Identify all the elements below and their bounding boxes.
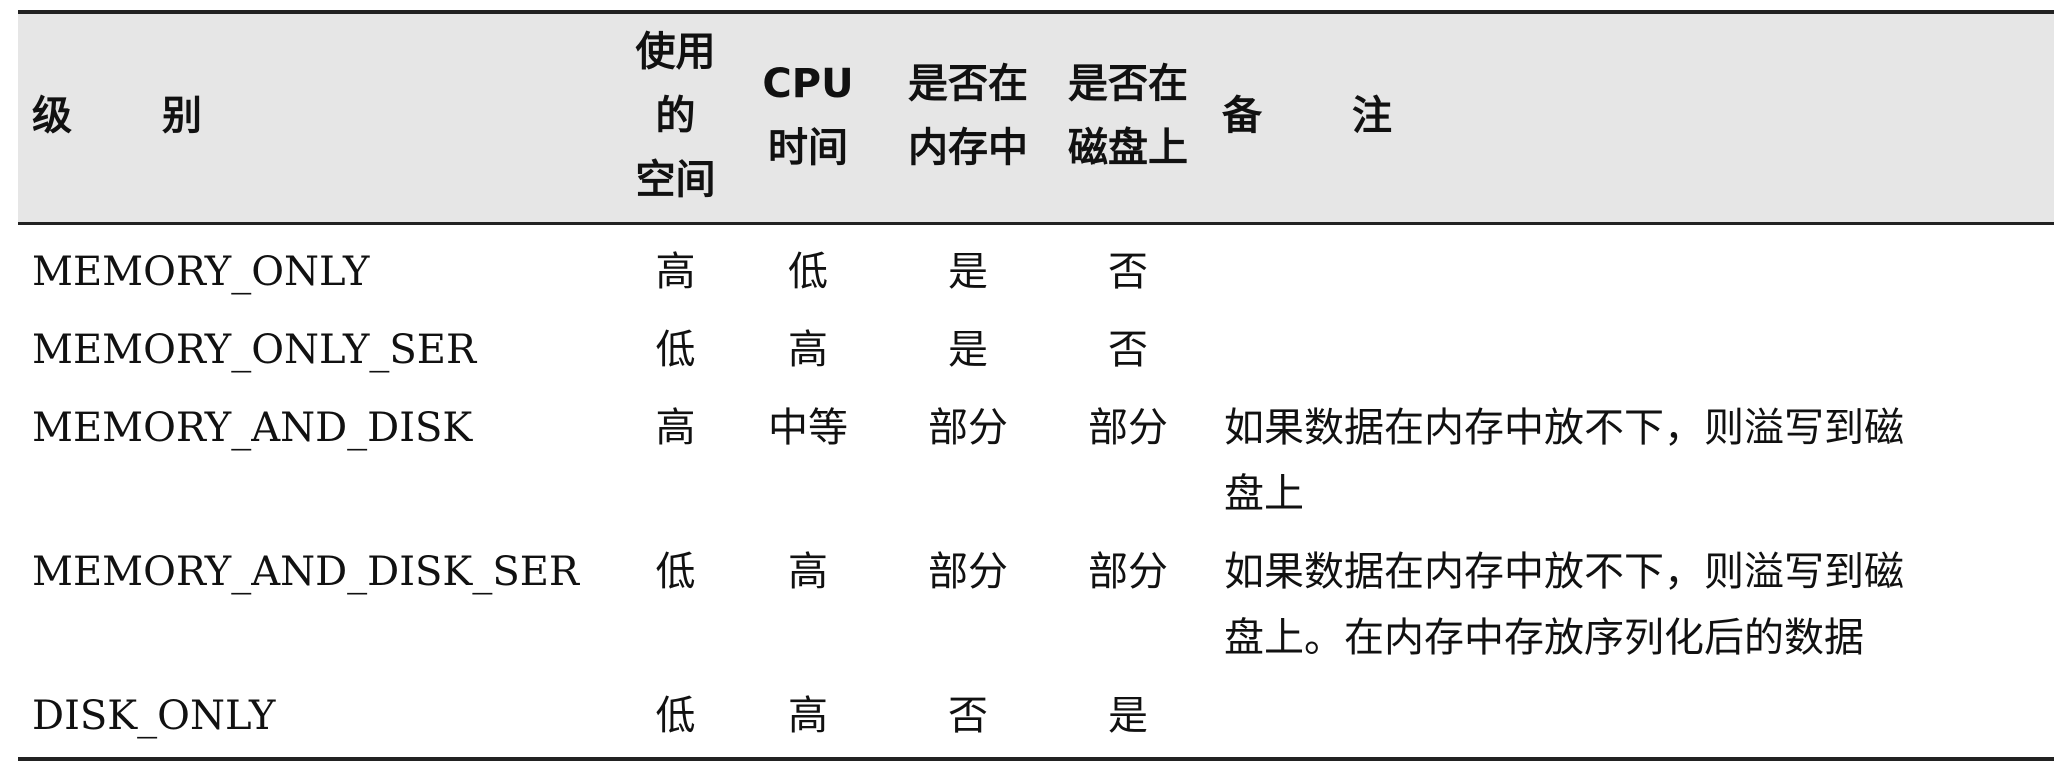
cell-on-disk: 部分: [1088, 405, 1168, 451]
cell-note: 如果数据在内存中放不下，则溢写到磁 盘上。在内存中存放序列化后的数据: [1208, 531, 2054, 675]
header-space: 使用的 空间: [623, 12, 728, 224]
cell-on-disk: 是: [1108, 693, 1148, 739]
cell-cpu: 高: [788, 327, 828, 373]
cell-space: 低: [655, 327, 696, 373]
table-row: MEMORY_AND_DISK 高 中等 部分 部分 如果数据在内存中放不下，则…: [18, 387, 2054, 531]
storage-level-table: 级别 使用的 空间 CPU 时间 是否在 内存中 是否在 磁盘上 备 注 MEM…: [18, 10, 2054, 761]
cell-space: 低: [655, 549, 696, 595]
cell-in-memory: 否: [948, 693, 988, 739]
cell-space: 高: [655, 405, 696, 451]
cell-level: MEMORY_ONLY: [32, 249, 370, 295]
header-row: 级别 使用的 空间 CPU 时间 是否在 内存中 是否在 磁盘上 备 注: [18, 12, 2054, 224]
cell-cpu: 高: [788, 549, 828, 595]
table-row: MEMORY_ONLY 高 低 是 否: [18, 224, 2054, 310]
cell-level: MEMORY_AND_DISK: [32, 405, 473, 451]
header-note-char-1: 备: [1222, 93, 1262, 139]
header-in-memory-line-2: 内存中: [908, 125, 1028, 171]
cell-note: [1208, 224, 2054, 310]
cell-level: MEMORY_AND_DISK_SER: [32, 549, 580, 595]
cell-on-disk: 否: [1108, 249, 1148, 295]
cell-note: [1208, 675, 2054, 759]
table-row: DISK_ONLY 低 高 否 是: [18, 675, 2054, 759]
cell-space: 高: [655, 249, 696, 295]
header-cpu: CPU 时间: [728, 12, 888, 224]
cell-in-memory: 是: [948, 327, 988, 373]
cell-note-line-1: 如果数据在内存中放不下，则溢写到磁: [1224, 405, 1904, 451]
cell-level: MEMORY_ONLY_SER: [32, 327, 477, 373]
cell-note: [1208, 309, 2054, 387]
header-level: 级别: [18, 12, 623, 224]
header-space-line-1: 使用的: [635, 29, 716, 139]
table-body: MEMORY_ONLY 高 低 是 否 MEMORY_ONLY_SER 低 高 …: [18, 224, 2054, 759]
header-note-char-2: 注: [1352, 93, 1392, 139]
cell-in-memory: 部分: [928, 549, 1008, 595]
header-space-line-2: 空间: [635, 157, 716, 203]
header-level-char-1: 级: [32, 93, 72, 139]
header-on-disk: 是否在 磁盘上: [1048, 12, 1208, 224]
cell-on-disk: 否: [1108, 327, 1148, 373]
cell-level: DISK_ONLY: [32, 693, 276, 739]
cell-note: 如果数据在内存中放不下，则溢写到磁 盘上: [1208, 387, 2054, 531]
cell-in-memory: 是: [948, 249, 988, 295]
header-cpu-line-1: CPU: [762, 61, 854, 107]
table-row: MEMORY_ONLY_SER 低 高 是 否: [18, 309, 2054, 387]
cell-space: 低: [655, 693, 696, 739]
cell-cpu: 低: [788, 249, 828, 295]
storage-level-table-container: 级别 使用的 空间 CPU 时间 是否在 内存中 是否在 磁盘上 备 注 MEM…: [18, 10, 2054, 761]
header-note: 备注: [1208, 12, 2054, 224]
cell-in-memory: 部分: [928, 405, 1008, 451]
header-cpu-line-2: 时间: [768, 125, 848, 171]
cell-cpu: 中等: [768, 405, 848, 451]
cell-on-disk: 部分: [1088, 549, 1168, 595]
cell-note-line-1: 如果数据在内存中放不下，则溢写到磁: [1224, 549, 1904, 595]
table-row: MEMORY_AND_DISK_SER 低 高 部分 部分 如果数据在内存中放不…: [18, 531, 2054, 675]
header-level-char-2: 别: [162, 93, 202, 139]
header-on-disk-line-1: 是否在: [1068, 61, 1188, 107]
table-header: 级别 使用的 空间 CPU 时间 是否在 内存中 是否在 磁盘上 备 注: [18, 12, 2054, 224]
cell-note-line-2: 盘上: [1224, 471, 1304, 517]
header-on-disk-line-2: 磁盘上: [1068, 125, 1188, 171]
cell-note-line-2: 盘上。在内存中存放序列化后的数据: [1224, 615, 1864, 661]
header-in-memory: 是否在 内存中: [888, 12, 1048, 224]
cell-cpu: 高: [788, 693, 828, 739]
header-in-memory-line-1: 是否在: [908, 61, 1028, 107]
